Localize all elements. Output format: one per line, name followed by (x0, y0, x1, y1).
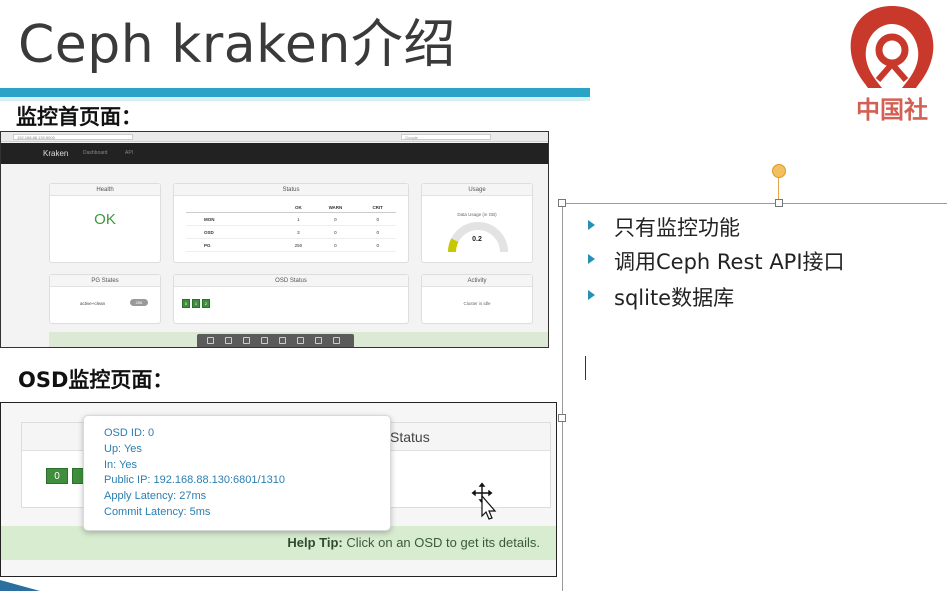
bullet-arrow-icon (588, 254, 595, 264)
health-panel-title: Health (50, 184, 160, 196)
usage-value: 0.2 (472, 236, 482, 243)
pg-states-title: PG States (50, 275, 160, 287)
tooltip-apply-latency: Apply Latency: 27ms (104, 490, 207, 503)
table-row: OSD 3 0 0 (186, 225, 396, 239)
move-cursor-icon (470, 481, 497, 520)
osd-box[interactable]: 0 (182, 299, 190, 308)
tooltip-commit-latency: Commit Latency: 5ms (104, 505, 211, 518)
help-tip-label: Help Tip: (287, 535, 343, 550)
status-cell: 1 (285, 212, 312, 226)
table-row: PG 250 0 0 (186, 238, 396, 252)
activity-panel: Activity Cluster is idle (421, 274, 533, 324)
toolbar-tool-icon[interactable] (261, 337, 268, 344)
resize-handle-middle-left[interactable] (558, 414, 566, 422)
osd-box[interactable]: 0 (46, 468, 68, 484)
usage-panel: Usage Data Usage (in GB) 0.2 (421, 183, 533, 263)
bullet-text: 调用Ceph Rest API接口 (614, 250, 845, 274)
rotation-handle[interactable] (772, 164, 786, 178)
status-cell: 250 (285, 238, 312, 252)
logo-icon: 中国社 (850, 6, 934, 124)
bullet-item: 调用Ceph Rest API接口 (585, 246, 845, 280)
status-col-header: WARN (311, 204, 360, 213)
text-caret (585, 356, 586, 380)
status-cell: 0 (311, 212, 360, 226)
health-value: OK (94, 211, 116, 228)
status-cell: 3 (285, 225, 312, 239)
pg-count-badge: 256 (130, 299, 148, 306)
status-col-header (186, 204, 286, 213)
osd-box[interactable]: 1 (192, 299, 200, 308)
status-panel-title: Status (174, 184, 408, 196)
help-tip-bar: Help Tip: Click on an OSD to get its det… (1, 526, 556, 560)
osd-panel-title: Status (390, 429, 430, 445)
bullet-arrow-icon (588, 290, 595, 300)
status-cell: 0 (311, 225, 360, 239)
osd-status-panel: OSD Status 0 1 2 (173, 274, 409, 324)
toolbar-tool-icon[interactable] (225, 337, 232, 344)
health-panel: Health OK (49, 183, 161, 263)
status-row-label: OSD (186, 225, 286, 239)
activity-title: Activity (422, 275, 532, 287)
browser-url-bar: 192.168.88.130:5000 Google (1, 132, 548, 142)
activity-text: Cluster is idle (463, 301, 491, 306)
osd-status-title: OSD Status (174, 275, 408, 287)
help-tip: Help Tip: Click on an OSD to get its det… (287, 535, 540, 550)
corner-accent (0, 580, 40, 591)
resize-handle-top-center[interactable] (775, 199, 783, 207)
toolbar-tool-icon[interactable] (315, 337, 322, 344)
status-cell: 0 (311, 238, 360, 252)
pg-states-panel: PG States active+clean 256 (49, 274, 161, 324)
bullet-text: 只有监控功能 (614, 216, 740, 240)
bullet-item: 只有监控功能 (585, 212, 845, 246)
browser-search-field[interactable]: Google (401, 134, 491, 140)
status-row-label: PG (186, 238, 286, 252)
bullet-item: sqlite数据库 (585, 282, 845, 316)
url-field[interactable]: 192.168.88.130:5000 (13, 134, 133, 140)
bullet-text: sqlite数据库 (614, 286, 735, 310)
tooltip-in: In: Yes (104, 458, 138, 471)
dashboard-screenshot: 192.168.88.130:5000 Google Kraken Dashbo… (0, 131, 549, 348)
tooltip-osd-id: OSD ID: 0 (104, 427, 155, 439)
resize-handle-top-left[interactable] (558, 199, 566, 207)
status-col-header: OK (285, 204, 312, 213)
status-cell: 0 (359, 212, 396, 226)
logo-text: 中国社 (856, 95, 928, 124)
status-table: OK WARN CRIT MON 1 0 0 OSD 3 0 0 PG 250 … (186, 204, 396, 252)
title-rule (0, 88, 590, 97)
nav-item-api[interactable]: API (125, 150, 133, 156)
osd-details-tooltip: OSD ID: 0 Up: Yes In: Yes Public IP: 192… (83, 415, 391, 531)
toolbar-tool-icon[interactable] (207, 337, 214, 344)
status-row-label: MON (186, 212, 286, 226)
usage-label: Data Usage (in GB) (457, 212, 497, 217)
brand-link[interactable]: Kraken (43, 149, 68, 158)
tooltip-up: Up: Yes (104, 442, 142, 455)
app-navbar: Kraken Dashboard API (1, 143, 548, 164)
tooltip-public-ip: Public IP: 192.168.88.130:6801/1310 (104, 474, 286, 487)
help-tip-text: Click on an OSD to get its details. (346, 535, 540, 550)
usage-panel-title: Usage (422, 184, 532, 196)
table-row: MON 1 0 0 (186, 212, 396, 226)
toolbar-tool-icon[interactable] (279, 337, 286, 344)
section-label-dashboard: 监控首页面： (16, 105, 142, 129)
slide-title: Ceph kraken介绍 (18, 15, 456, 75)
media-toolbar (197, 334, 354, 347)
status-cell: 0 (359, 225, 396, 239)
pg-state-label: active+clean (80, 301, 106, 306)
toolbar-tool-icon[interactable] (333, 337, 340, 344)
nav-item-dashboard[interactable]: Dashboard (83, 150, 107, 156)
status-cell: 0 (359, 238, 396, 252)
toolbar-tool-icon[interactable] (297, 337, 304, 344)
refresh-icon[interactable] (243, 337, 250, 344)
osd-box[interactable]: 2 (202, 299, 210, 308)
rotation-handle-line (778, 178, 779, 200)
bullet-arrow-icon (588, 220, 595, 230)
bullet-list: 只有监控功能 调用Ceph Rest API接口 sqlite数据库 (585, 212, 845, 316)
section-label-osd: OSD监控页面： (18, 368, 174, 392)
status-panel: Status OK WARN CRIT MON 1 0 0 OSD 3 0 0 … (173, 183, 409, 263)
status-col-header: CRIT (359, 204, 396, 213)
